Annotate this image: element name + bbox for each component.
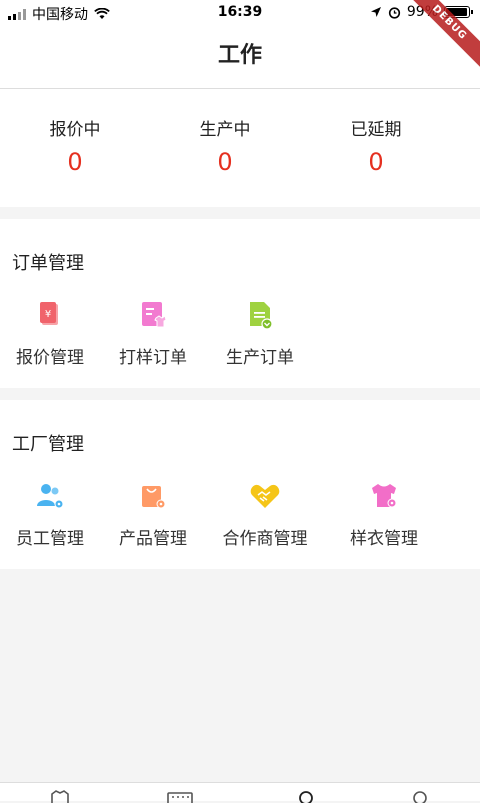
stat-label: 报价中 [49, 120, 101, 140]
grid-item-label: 合作商管理 [222, 529, 308, 549]
svg-text:¥: ¥ [45, 309, 51, 320]
staff-management-button[interactable]: 员工管理 [0, 480, 100, 549]
section-title: 工厂管理 [12, 434, 84, 455]
stat-value: 0 [67, 148, 83, 176]
staff-icon [37, 484, 64, 509]
partner-management-button[interactable]: 合作商管理 [210, 480, 320, 549]
sample-shirt-icon [372, 484, 397, 508]
quote-doc-icon: ¥ [40, 302, 58, 325]
grid-item-label: 报价管理 [16, 348, 84, 368]
stats-panel: 报价中 0 生产中 0 已延期 0 [0, 89, 480, 207]
bottom-tab-bar [0, 782, 480, 803]
stat-value: 0 [217, 148, 233, 176]
grid-item-label: 员工管理 [16, 529, 84, 549]
partner-handshake-icon [250, 484, 280, 508]
section-title: 订单管理 [12, 253, 84, 274]
factory-management-section: 工厂管理 员工管理 产品管理 合作商管理 样衣管理 [0, 400, 480, 569]
stat-delayed[interactable]: 已延期 0 [316, 115, 436, 176]
tab-home-icon[interactable] [46, 789, 74, 803]
sample-order-icon [142, 302, 167, 328]
product-bag-icon [142, 486, 166, 509]
stat-producing[interactable]: 生产中 0 [165, 115, 285, 176]
stat-quoting[interactable]: 报价中 0 [15, 115, 135, 176]
alarm-icon [388, 6, 400, 19]
quote-management-button[interactable]: ¥ 报价管理 [0, 299, 100, 368]
production-order-icon [250, 302, 273, 330]
tab-profile-icon[interactable] [406, 789, 434, 803]
status-bar: 中国移动 16:39 99% [0, 0, 480, 26]
location-arrow-icon [370, 7, 381, 17]
stat-label: 生产中 [199, 120, 251, 140]
stat-label: 已延期 [350, 120, 402, 140]
tab-keyboard-icon[interactable] [166, 789, 194, 803]
grid-item-label: 打样订单 [119, 348, 187, 368]
sample-order-button[interactable]: 打样订单 [103, 299, 203, 368]
page-title: 工作 [0, 26, 480, 89]
stat-value: 0 [368, 148, 384, 176]
grid-item-label: 产品管理 [119, 529, 187, 549]
order-management-section: 订单管理 ¥ 报价管理 打样订单 生产订单 [0, 219, 480, 388]
production-order-button[interactable]: 生产订单 [210, 299, 310, 368]
grid-item-label: 样衣管理 [350, 529, 418, 549]
tab-work-icon[interactable] [292, 789, 320, 803]
grid-item-label: 生产订单 [226, 348, 294, 368]
sample-clothing-management-button[interactable]: 样衣管理 [334, 480, 434, 549]
product-management-button[interactable]: 产品管理 [103, 480, 203, 549]
